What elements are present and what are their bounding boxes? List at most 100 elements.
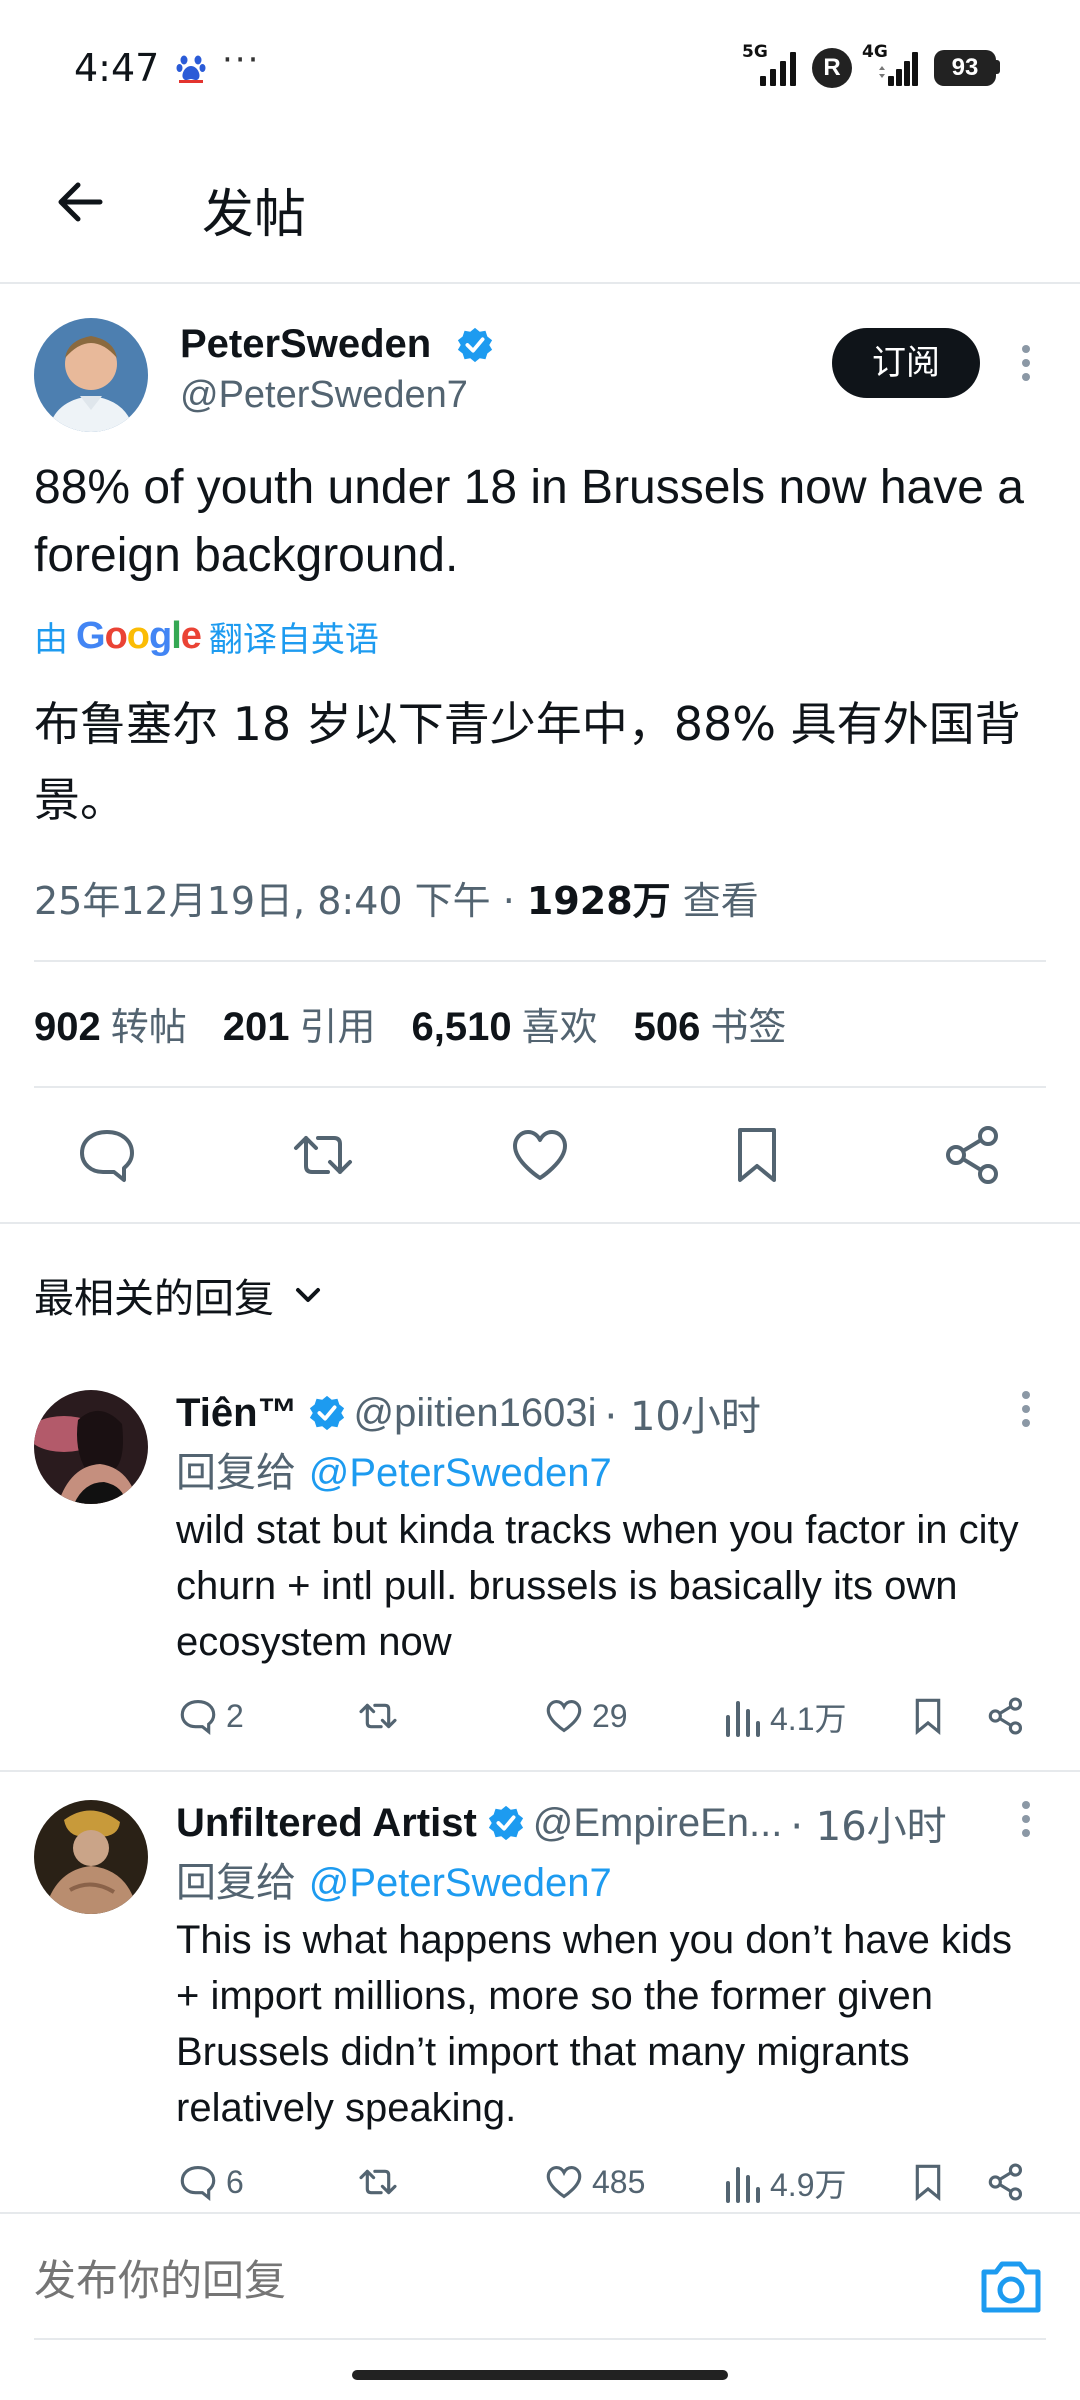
like-button[interactable] bbox=[505, 1120, 575, 1190]
comment-icon bbox=[80, 1130, 134, 1182]
reply-author-handle[interactable]: @EmpireEn... bbox=[533, 1801, 783, 1846]
share-icon bbox=[988, 2163, 1023, 2201]
reply-more-button[interactable] bbox=[1006, 1794, 1046, 1844]
baidu-paw-icon bbox=[176, 52, 206, 88]
reply-like-count: 29 bbox=[592, 1697, 628, 1734]
reply-repost-button[interactable] bbox=[354, 1694, 408, 1738]
bookmark-icon bbox=[915, 1698, 941, 1736]
reply-input[interactable] bbox=[34, 2256, 934, 2305]
reply-time: · 16小时 bbox=[790, 1804, 947, 1850]
reply-share-button[interactable] bbox=[984, 2160, 1034, 2204]
more-vertical-icon bbox=[1022, 1391, 1030, 1427]
translated-text: 布鲁塞尔 18 岁以下青少年中，88% 具有外国背景。 bbox=[34, 697, 1021, 827]
stat-bookmarks[interactable]: 506 书签 bbox=[634, 996, 787, 1051]
arrow-left-icon bbox=[58, 182, 103, 222]
camera-icon bbox=[981, 2261, 1041, 2313]
reply-author-handle[interactable]: @piitien1603i bbox=[354, 1391, 597, 1436]
stat-quotes-label: 引用 bbox=[299, 1005, 376, 1049]
engagement-stats: 902 转帖 201 引用 6,510 喜欢 506 书签 bbox=[34, 996, 822, 1051]
bookmark-button[interactable] bbox=[722, 1120, 792, 1190]
reply-actions: 2 29 4.1万 bbox=[176, 1694, 1036, 1744]
reply-reply-button[interactable]: 6 bbox=[176, 2160, 244, 2204]
verified-badge-icon bbox=[488, 1805, 523, 1841]
status-bar: 4:47 ··· 5G R 4G 93 bbox=[0, 0, 1080, 140]
header-divider bbox=[0, 282, 1080, 284]
reply-header: Unfiltered Artist @EmpireEn... · 16小时 bbox=[176, 1794, 947, 1852]
reply-sort-dropdown[interactable]: 最相关的回复 bbox=[34, 1266, 328, 1324]
post-meta: 25年12月19日, 8:40 下午 · 1928万 查看 bbox=[34, 870, 759, 925]
reply-reply-button[interactable]: 2 bbox=[176, 1694, 244, 1738]
stat-reposts-num: 902 bbox=[34, 1005, 101, 1049]
post-text: 88% of youth under 18 in Brussels now ha… bbox=[34, 461, 1024, 582]
reply-text: wild stat but kinda tracks when you fact… bbox=[176, 1508, 1019, 1664]
bookmark-icon bbox=[915, 2164, 941, 2202]
divider bbox=[0, 1222, 1080, 1224]
reply-bookmark-button[interactable] bbox=[906, 2160, 956, 2204]
reply-to-line: 回复给 @PeterSweden7 bbox=[176, 1850, 612, 1908]
home-indicator[interactable] bbox=[352, 2370, 728, 2380]
back-button[interactable] bbox=[48, 170, 112, 234]
stat-quotes-num: 201 bbox=[222, 1005, 290, 1049]
reply-to-handle[interactable]: @PeterSweden7 bbox=[309, 1451, 612, 1495]
page-title: 发帖 bbox=[202, 185, 307, 245]
divider bbox=[0, 1770, 1080, 1772]
status-more-dots: ··· bbox=[222, 40, 261, 80]
stat-reposts[interactable]: 902 转帖 bbox=[34, 996, 187, 1051]
stat-bookmarks-label: 书签 bbox=[710, 1005, 787, 1049]
reply-like-button[interactable]: 485 bbox=[542, 2160, 645, 2204]
reply-bookmark-button[interactable] bbox=[906, 1694, 956, 1738]
reply-views-button[interactable]: 4.9万 bbox=[724, 2160, 847, 2206]
repost-button[interactable] bbox=[288, 1120, 358, 1190]
reply-time: · 10小时 bbox=[604, 1394, 761, 1440]
repost-icon bbox=[359, 1703, 397, 1729]
translation-attribution[interactable]: 由 Google 翻译自英语 bbox=[34, 612, 379, 661]
views-label: 查看 bbox=[670, 879, 759, 923]
analytics-icon bbox=[726, 2167, 760, 2203]
reply-header: Tiên™ @piitien1603i · 10小时 bbox=[176, 1384, 761, 1442]
author-name[interactable]: PeterSweden bbox=[180, 322, 431, 367]
reply-avatar[interactable] bbox=[34, 1390, 148, 1504]
battery-tip bbox=[995, 60, 1000, 74]
reply-like-button[interactable]: 29 bbox=[542, 1694, 628, 1738]
author-avatar[interactable] bbox=[34, 318, 148, 432]
reply-view-count: 4.1万 bbox=[770, 1701, 847, 1737]
reply-more-button[interactable] bbox=[1006, 1384, 1046, 1434]
stat-quotes[interactable]: 201 引用 bbox=[223, 996, 376, 1051]
divider bbox=[34, 1086, 1046, 1088]
reply-button[interactable] bbox=[72, 1120, 142, 1190]
repost-icon bbox=[359, 2169, 397, 2195]
reply-repost-button[interactable] bbox=[354, 2160, 408, 2204]
divider bbox=[34, 960, 1046, 962]
r-badge: R bbox=[812, 48, 852, 88]
composer-underline bbox=[34, 2338, 1046, 2340]
reply-share-button[interactable] bbox=[984, 1694, 1034, 1738]
reply-text: This is what happens when you don’t have… bbox=[176, 1918, 1013, 2130]
reply-views-button[interactable]: 4.1万 bbox=[724, 1694, 847, 1740]
more-options-button[interactable] bbox=[1006, 338, 1046, 388]
signal-icon-2 bbox=[879, 52, 918, 86]
share-button[interactable] bbox=[938, 1120, 1008, 1190]
reply-reply-count: 6 bbox=[226, 2163, 244, 2200]
share-icon bbox=[946, 1126, 998, 1184]
reply-to-line: 回复给 @PeterSweden7 bbox=[176, 1440, 612, 1498]
verified-badge-icon bbox=[457, 327, 493, 363]
analytics-icon bbox=[726, 1701, 760, 1737]
reply-author-name[interactable]: Unfiltered Artist bbox=[176, 1801, 477, 1846]
battery-indicator: 93 bbox=[934, 50, 996, 86]
reply-to-handle[interactable]: @PeterSweden7 bbox=[309, 1861, 612, 1905]
heart-icon bbox=[546, 1699, 582, 1733]
reply-actions: 6 485 4.9万 bbox=[176, 2160, 1036, 2210]
comment-icon bbox=[180, 2165, 216, 2201]
stat-likes[interactable]: 6,510 喜欢 bbox=[412, 996, 598, 1051]
stat-likes-num: 6,510 bbox=[411, 1005, 512, 1049]
reply-avatar[interactable] bbox=[34, 1800, 148, 1914]
stat-reposts-label: 转帖 bbox=[110, 1005, 187, 1049]
camera-button[interactable] bbox=[976, 2256, 1046, 2318]
reply-author-name[interactable]: Tiên™ bbox=[176, 1391, 298, 1436]
subscribe-button[interactable]: 订阅 bbox=[832, 328, 980, 398]
heart-icon bbox=[546, 2165, 582, 2199]
views-count: 1928万 bbox=[526, 879, 671, 923]
author-handle[interactable]: @PeterSweden7 bbox=[180, 374, 468, 417]
chevron-down-icon bbox=[296, 1288, 320, 1302]
more-vertical-icon bbox=[1022, 345, 1030, 381]
